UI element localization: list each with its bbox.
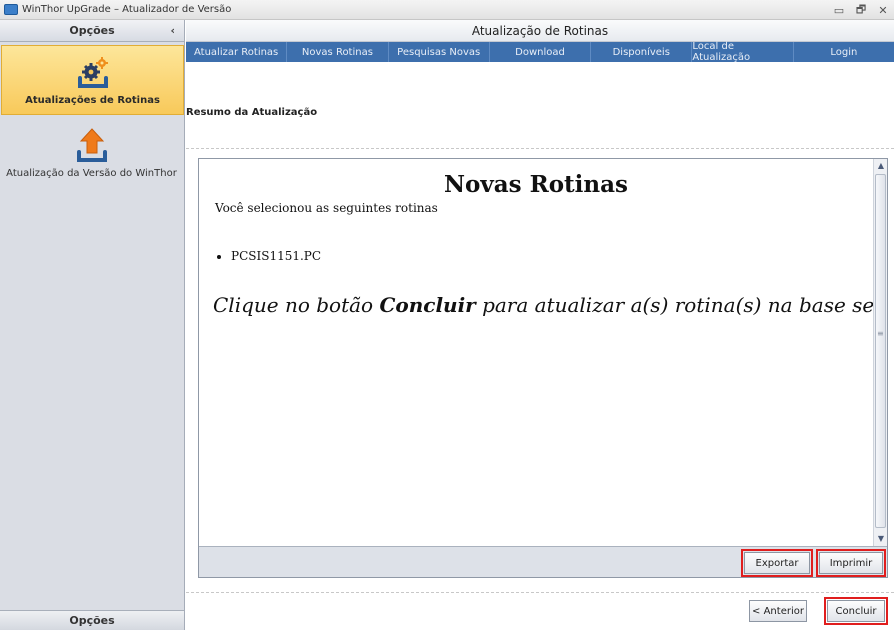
scroll-up-icon[interactable]: ▲: [874, 159, 888, 173]
sidebar-header-label: Opções: [69, 24, 115, 37]
tab-atualizar-rotinas[interactable]: Atualizar Rotinas: [186, 42, 288, 62]
sidebar-footer[interactable]: Opções: [0, 610, 184, 630]
finish-button[interactable]: Concluir: [824, 597, 888, 625]
sidebar-item-label: Atualizações de Rotinas: [25, 95, 160, 106]
minimize-icon[interactable]: ▭: [828, 4, 850, 17]
tab-novas-rotinas[interactable]: Novas Rotinas: [287, 42, 389, 62]
report-heading: Novas Rotinas: [444, 171, 628, 198]
report-panel: Novas Rotinas Você selecionou as seguint…: [198, 158, 888, 578]
vertical-scrollbar[interactable]: ▲ ≡ ▼: [873, 159, 887, 546]
message-emphasis: Concluir: [379, 293, 476, 317]
scroll-down-icon[interactable]: ▼: [874, 532, 888, 546]
divider: [186, 148, 894, 149]
tab-login[interactable]: Login: [794, 42, 894, 62]
window-titlebar: WinThor UpGrade – Atualizador de Versão …: [0, 0, 894, 20]
export-button[interactable]: Exportar: [741, 549, 813, 577]
tab-local-de-atualizacao[interactable]: Local de Atualização: [692, 41, 794, 63]
routine-list: PCSIS1151.PC: [231, 249, 321, 263]
panel-button-bar: Exportar Imprimir: [199, 546, 887, 577]
divider: [186, 592, 894, 593]
sidebar: Opções ‹ Atualizações de Rotinas Atualiz…: [0, 20, 185, 630]
report-message: Clique no botão Concluir para atualizar …: [213, 293, 873, 317]
sidebar-item-label: Atualização da Versão do WinThor: [6, 168, 177, 179]
window-controls: ▭ 🗗 ✕: [828, 0, 894, 20]
main-area: Atualização de Rotinas Atualizar Rotinas…: [186, 20, 894, 630]
sidebar-footer-label: Opções: [69, 614, 115, 627]
window-title: WinThor UpGrade – Atualizador de Versão: [22, 4, 232, 15]
message-text: Clique no botão: [213, 293, 380, 317]
close-icon[interactable]: ✕: [872, 4, 894, 17]
tab-disponiveis[interactable]: Disponíveis: [591, 42, 693, 62]
list-item: PCSIS1151.PC: [231, 249, 321, 263]
previous-button[interactable]: < Anterior: [749, 600, 807, 622]
report-document: Novas Rotinas Você selecionou as seguint…: [199, 159, 873, 546]
gears-update-icon: [73, 55, 113, 91]
scroll-thumb[interactable]: [875, 174, 886, 528]
summary-title: Resumo da Atualização: [186, 107, 318, 118]
restore-icon[interactable]: 🗗: [850, 1, 872, 20]
tab-download[interactable]: Download: [490, 42, 592, 62]
sidebar-item-atualizacao-da-versao[interactable]: Atualização da Versão do WinThor: [0, 119, 183, 187]
report-subtitle: Você selecionou as seguintes rotinas: [215, 201, 438, 215]
upload-arrow-icon: [72, 128, 112, 164]
sidebar-header: Opções ‹: [0, 20, 184, 42]
grip-icon: ≡: [877, 329, 884, 338]
app-icon: [4, 4, 18, 15]
page-title: Atualização de Rotinas: [186, 20, 894, 42]
tab-bar: Atualizar Rotinas Novas Rotinas Pesquisa…: [186, 41, 894, 63]
print-button[interactable]: Imprimir: [816, 549, 886, 577]
message-text: para atualizar a(s) rotina(s) na base se…: [482, 293, 873, 317]
sidebar-item-atualizacoes-de-rotinas[interactable]: Atualizações de Rotinas: [1, 45, 184, 115]
tab-pesquisas-novas[interactable]: Pesquisas Novas: [389, 42, 490, 62]
collapse-sidebar-icon[interactable]: ‹: [170, 24, 175, 37]
